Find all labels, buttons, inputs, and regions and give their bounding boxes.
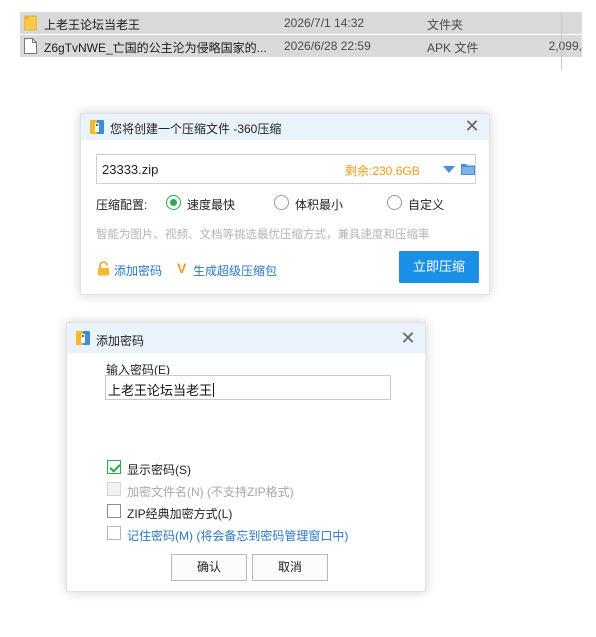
folder-icon xyxy=(24,15,37,31)
dialog-title-bar[interactable]: 添加密码 ✕ xyxy=(67,323,425,353)
checkbox-box xyxy=(107,526,121,540)
radio-label: 自定义 xyxy=(408,198,445,212)
cancel-button[interactable]: 取消 xyxy=(252,554,328,581)
file-row-folder[interactable]: 上老王论坛当老王 2026/7/1 14:32 文件夹 xyxy=(20,12,582,34)
dialog-title: 您将创建一个压缩文件 -360压缩 xyxy=(110,122,282,136)
radio-label: 体积最小 xyxy=(295,198,344,212)
column-divider[interactable] xyxy=(561,12,562,70)
output-file-name: 23333.zip xyxy=(102,162,159,177)
config-label: 压缩配置: xyxy=(96,198,148,212)
file-name: 上老王论坛当老王 xyxy=(44,18,141,32)
password-value: 上老王论坛当老王 xyxy=(108,383,213,398)
compress-now-button[interactable]: 立即压缩 xyxy=(399,251,479,283)
compress-hint: 智能为图片、视频、文档等挑选最优压缩方式，兼具速度和压缩率 xyxy=(96,229,430,241)
text-caret xyxy=(213,383,215,397)
file-icon xyxy=(24,38,37,54)
checkbox-label: 加密文件名(N) (不支持ZIP格式) xyxy=(127,485,294,499)
checkbox-box xyxy=(107,460,121,474)
lock-icon xyxy=(98,261,109,276)
super-compress-label: 生成超级压缩包 xyxy=(193,264,278,278)
radio-dot xyxy=(387,195,402,210)
close-icon[interactable]: ✕ xyxy=(399,328,417,348)
file-date: 2026/7/1 14:32 xyxy=(284,16,365,30)
checkbox-label: 显示密码(S) xyxy=(127,463,191,477)
add-password-dialog: 添加密码 ✕ 输入密码(E) 上老王论坛当老王 显示密码(S) 加密文件名(N)… xyxy=(66,322,426,592)
360zip-icon xyxy=(90,120,104,134)
checkbox-box xyxy=(107,504,121,518)
file-date: 2026/6/28 22:59 xyxy=(284,39,371,53)
dialog-title-bar[interactable]: 您将创建一个压缩文件 -360压缩 ✕ xyxy=(81,114,489,140)
radio-label: 速度最快 xyxy=(187,198,236,212)
checkbox-label: 记住密码(M) (将会备忘到密码管理窗口中) xyxy=(127,529,349,543)
radio-dot xyxy=(274,195,289,210)
add-password-label: 添加密码 xyxy=(114,264,163,278)
file-type: APK 文件 xyxy=(427,41,479,55)
free-space-label: 剩余:230.6GB xyxy=(345,164,420,178)
file-row-apk[interactable]: Z6gTvNWE_亡国的公主沦为侵略国家的... 2026/6/28 22:59… xyxy=(20,35,582,57)
password-input[interactable]: 上老王论坛当老王 xyxy=(105,375,391,400)
file-size: 2,099, xyxy=(548,39,582,53)
file-list: 上老王论坛当老王 2026/7/1 14:32 文件夹 Z6gTvNWE_亡国的… xyxy=(20,12,582,70)
ok-button[interactable]: 确认 xyxy=(171,554,247,581)
folder-browse-icon[interactable] xyxy=(460,161,476,177)
radio-dot xyxy=(166,195,181,210)
chevron-down-icon[interactable] xyxy=(443,166,455,173)
360zip-icon xyxy=(76,331,90,345)
output-path-field[interactable]: 23333.zip 剩余:230.6GB xyxy=(96,154,476,184)
checkbox-label: ZIP经典加密方式(L) xyxy=(127,507,233,521)
v-badge-icon: V xyxy=(177,260,187,276)
close-icon[interactable]: ✕ xyxy=(463,116,481,136)
file-type: 文件夹 xyxy=(427,18,464,32)
checkbox-box xyxy=(107,482,121,496)
file-name: Z6gTvNWE_亡国的公主沦为侵略国家的... xyxy=(44,41,267,55)
dialog-title: 添加密码 xyxy=(96,334,145,348)
compress-dialog: 您将创建一个压缩文件 -360压缩 ✕ 23333.zip 剩余:230.6GB… xyxy=(80,113,490,295)
